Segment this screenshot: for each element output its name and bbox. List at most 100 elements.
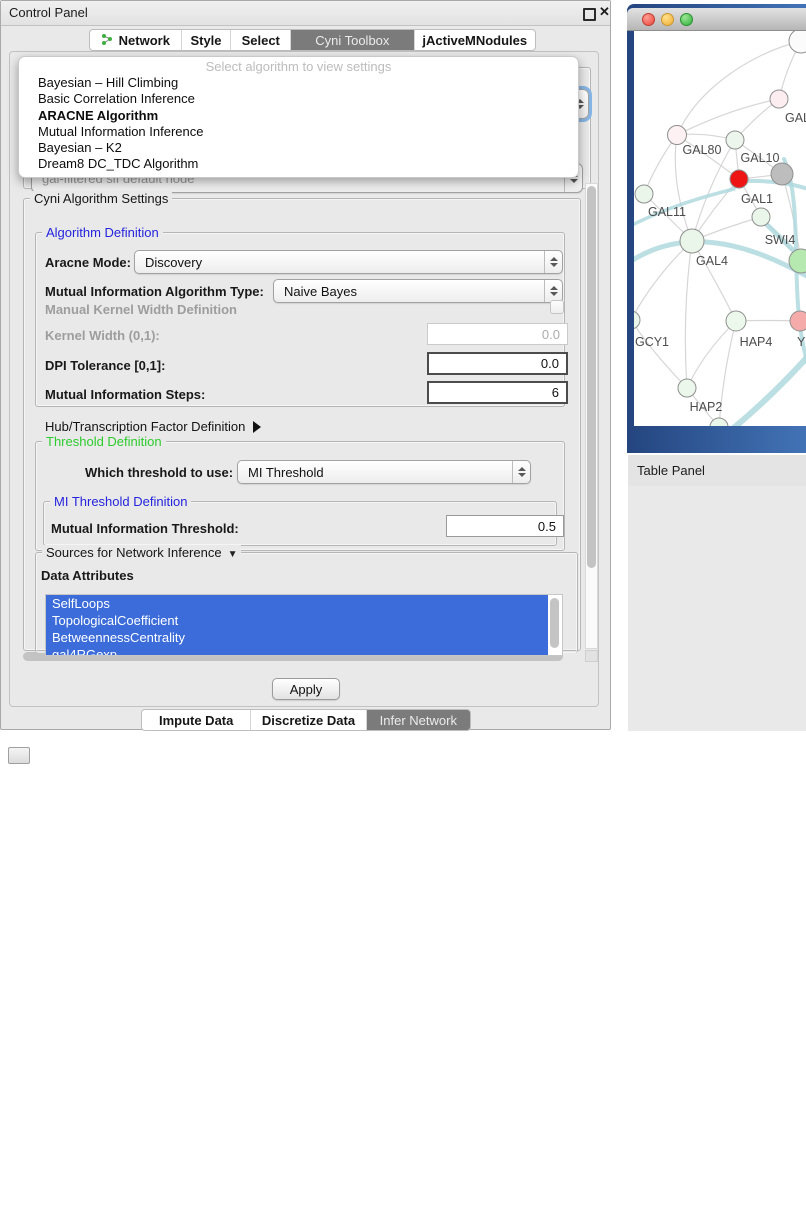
- cyni-settings-title: Cyni Algorithm Settings: [30, 191, 172, 206]
- hub-definition-expander[interactable]: Hub/Transcription Factor Definition: [45, 419, 261, 434]
- network-node-label: GAL11: [648, 205, 686, 219]
- algorithm-option[interactable]: Basic Correlation Inference: [19, 91, 578, 107]
- network-node-label: Y: [797, 335, 806, 349]
- network-node-gcy1[interactable]: [634, 311, 640, 329]
- network-node-gal[interactable]: [770, 90, 788, 108]
- manual-kernel-width-label: Manual Kernel Width Definition: [45, 302, 237, 317]
- network-node-gal11[interactable]: [635, 185, 653, 203]
- attribute-list-item[interactable]: SelfLoops: [46, 595, 548, 612]
- network-edge[interactable]: [634, 320, 687, 388]
- network-icon: [101, 33, 113, 48]
- dpi-tolerance-label: DPI Tolerance [0,1]:: [45, 358, 165, 373]
- network-node-gal80[interactable]: [668, 126, 687, 145]
- dpi-tolerance-field[interactable]: 0.0: [427, 352, 568, 375]
- kernel-width-field[interactable]: 0.0: [427, 323, 568, 345]
- apply-button[interactable]: Apply: [272, 678, 340, 700]
- table-panel-titlebar: Table Panel: [628, 455, 806, 487]
- network-node-y[interactable]: [790, 311, 806, 331]
- which-threshold-value: MI Threshold: [248, 465, 324, 480]
- network-node[interactable]: [789, 31, 806, 53]
- network-edge[interactable]: [677, 99, 779, 135]
- tab-select[interactable]: Select: [231, 30, 291, 50]
- mi-algorithm-type-value: Naive Bayes: [284, 284, 357, 299]
- minimized-panel-icon[interactable]: [8, 747, 30, 764]
- settings-vscrollbar-thumb[interactable]: [587, 186, 596, 568]
- algorithm-option[interactable]: Dream8 DC_TDC Algorithm: [19, 156, 578, 172]
- network-edge-thick[interactable]: [730, 345, 806, 426]
- network-edge-thick[interactable]: [739, 181, 806, 191]
- algorithm-option[interactable]: Mutual Information Inference: [19, 124, 578, 140]
- tab-impute-data[interactable]: Impute Data: [142, 710, 251, 730]
- data-attributes-list[interactable]: SelfLoopsTopologicalCoefficientBetweenne…: [45, 594, 563, 656]
- network-window-titlebar[interactable]: [627, 8, 806, 31]
- network-node-swi4[interactable]: [752, 208, 770, 226]
- manual-kernel-width-checkbox[interactable]: [550, 300, 564, 314]
- sources-title: Sources for Network Inference▼: [42, 545, 241, 562]
- tab-impute-data-label: Impute Data: [159, 713, 233, 728]
- which-threshold-combo[interactable]: MI Threshold: [237, 460, 531, 484]
- table-panel: ⚙ ✓✓ shared... name A YDL19...YDL19...13…: [628, 486, 806, 731]
- network-canvas[interactable]: GALGAL80GAL10GAL1GAL11SWI4GAL4GCY1HAP4YH…: [634, 31, 806, 426]
- tab-network-label: Network: [119, 33, 170, 48]
- mi-threshold-field[interactable]: 0.5: [446, 515, 564, 537]
- network-edge[interactable]: [644, 135, 677, 194]
- network-node-label: GAL4: [696, 254, 728, 268]
- algorithm-option[interactable]: Bayesian – K2: [19, 140, 578, 156]
- tab-infer-network[interactable]: Infer Network: [367, 710, 470, 730]
- attribute-list-item[interactable]: BetweennessCentrality: [46, 629, 548, 646]
- network-node-label: GAL80: [683, 143, 722, 157]
- network-node-gal1[interactable]: [730, 170, 748, 188]
- close-traffic-light-icon[interactable]: [642, 13, 655, 26]
- hub-definition-label: Hub/Transcription Factor Definition: [45, 419, 245, 434]
- network-node-gal4[interactable]: [680, 229, 704, 253]
- tab-style-label: Style: [190, 33, 221, 48]
- tab-jactivemnodules[interactable]: jActiveMNodules: [415, 30, 535, 50]
- algorithm-dropdown: Select algorithm to view settings Bayesi…: [18, 56, 579, 178]
- mi-steps-field[interactable]: 6: [427, 381, 568, 404]
- expand-right-icon: [253, 421, 261, 433]
- network-edge[interactable]: [685, 241, 692, 388]
- attribute-list-item[interactable]: gal4RGexp: [46, 646, 548, 656]
- minimize-traffic-light-icon[interactable]: [661, 13, 674, 26]
- tab-cyni-toolbox-label: Cyni Toolbox: [315, 33, 389, 48]
- kernel-width-label: Kernel Width (0,1):: [45, 328, 160, 343]
- close-icon[interactable]: ✕: [599, 4, 610, 20]
- aracne-mode-label: Aracne Mode:: [45, 255, 131, 270]
- tab-discretize-data[interactable]: Discretize Data: [251, 710, 366, 730]
- tab-jactivemnodules-label: jActiveMNodules: [422, 33, 527, 48]
- scrollbar-corner: [585, 650, 598, 662]
- bottom-tabbar: Impute Data Discretize Data Infer Networ…: [141, 709, 471, 731]
- collapse-down-icon: ▼: [228, 549, 238, 560]
- algorithm-option[interactable]: ARACNE Algorithm: [19, 108, 578, 124]
- network-node-gal10[interactable]: [726, 131, 744, 149]
- float-window-icon[interactable]: [583, 8, 596, 21]
- network-node-hap4[interactable]: [726, 311, 746, 331]
- table-panel-title: Table Panel: [637, 463, 705, 478]
- threshold-definition-title: Threshold Definition: [42, 434, 166, 449]
- attribute-list-item[interactable]: TopologicalCoefficient: [46, 612, 548, 629]
- tab-network[interactable]: Network: [90, 30, 182, 50]
- network-node-label: GAL10: [741, 151, 780, 165]
- algorithm-option[interactable]: Bayesian – Hill Climbing: [19, 75, 578, 91]
- aracne-mode-combo[interactable]: Discovery: [134, 250, 563, 274]
- network-node[interactable]: [771, 163, 793, 185]
- network-node-label: HAP2: [690, 400, 723, 414]
- network-node-hap2[interactable]: [678, 379, 696, 397]
- combo-stepper-icon: [544, 251, 562, 273]
- control-panel-titlebar: Control Panel ✕: [1, 1, 610, 26]
- tab-infer-network-label: Infer Network: [380, 713, 457, 728]
- algorithm-definition-title: Algorithm Definition: [42, 225, 163, 240]
- data-attributes-label: Data Attributes: [41, 568, 134, 583]
- mi-threshold-label: Mutual Information Threshold:: [51, 521, 239, 536]
- network-edge[interactable]: [692, 241, 736, 321]
- combo-stepper-icon: [544, 280, 562, 302]
- tab-style[interactable]: Style: [182, 30, 232, 50]
- zoom-traffic-light-icon[interactable]: [680, 13, 693, 26]
- network-node-label: GCY1: [635, 335, 669, 349]
- control-panel-tabbar: Network Style Select Cyni Toolbox jActiv…: [89, 29, 536, 51]
- mi-algorithm-type-label: Mutual Information Algorithm Type:: [45, 284, 264, 299]
- tab-cyni-toolbox[interactable]: Cyni Toolbox: [291, 30, 414, 50]
- attributes-scrollbar-thumb[interactable]: [550, 598, 559, 648]
- mi-algorithm-type-combo[interactable]: Naive Bayes: [273, 279, 563, 303]
- tab-select-label: Select: [242, 33, 280, 48]
